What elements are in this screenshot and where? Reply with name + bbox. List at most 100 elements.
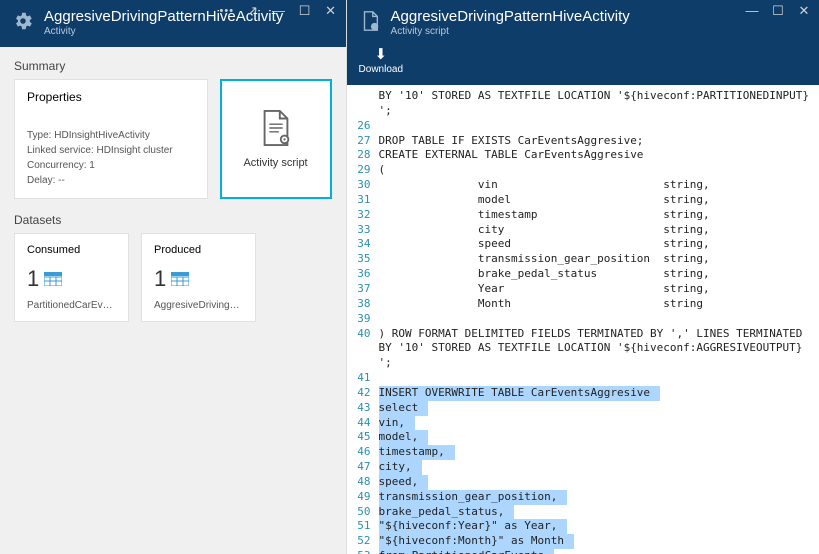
download-label: Download [359,64,403,75]
line-number: 48 [347,475,379,490]
code-line[interactable]: 29( [347,163,819,178]
line-number: 36 [347,267,379,282]
code-text [379,119,389,134]
pane-subtitle: Activity [44,26,334,37]
code-line[interactable]: 26 [347,119,819,134]
line-number: 42 [347,386,379,401]
code-line[interactable]: 51"${hiveconf:Year}" as Year, [347,519,819,534]
consumed-count: 1 [27,266,39,292]
code-text: timestamp string, [379,208,720,223]
right-titlebar: AggresiveDrivingPatternHiveActivity Acti… [347,0,819,43]
pane-subtitle: Activity script [391,26,807,37]
code-line[interactable]: 34 speed string, [347,237,819,252]
code-text: model string, [379,193,720,208]
line-number: 38 [347,297,379,312]
line-number: 50 [347,505,379,520]
external-icon[interactable]: ↗ [246,4,260,18]
code-line[interactable]: 38 Month string [347,297,819,312]
code-line[interactable]: 37 Year string, [347,282,819,297]
line-number: 28 [347,148,379,163]
code-line[interactable]: 36 brake_pedal_status string, [347,267,819,282]
line-number: 41 [347,371,379,386]
code-text: Year string, [379,282,720,297]
code-line[interactable]: 45model, [347,430,819,445]
produced-name: AggresiveDrivingModelT... [154,300,243,311]
properties-card[interactable]: Properties Type: HDInsightHiveActivity L… [14,79,208,199]
code-text: vin, [379,416,416,431]
code-line[interactable]: '; [347,104,819,119]
code-line[interactable]: 30 vin string, [347,178,819,193]
code-line[interactable]: 47city, [347,460,819,475]
code-line[interactable]: 28CREATE EXTERNAL TABLE CarEventsAggresi… [347,148,819,163]
properties-title: Properties [27,90,195,104]
maximize-button[interactable]: ☐ [771,4,785,18]
code-text: CREATE EXTERNAL TABLE CarEventsAggresive [379,148,654,163]
code-line[interactable]: 43select [347,401,819,416]
close-button[interactable]: ✕ [324,4,338,18]
line-number: 26 [347,119,379,134]
code-line[interactable]: BY '10' STORED AS TEXTFILE LOCATION '${h… [347,341,819,356]
code-text: INSERT OVERWRITE TABLE CarEventsAggresiv… [379,386,661,401]
maximize-button[interactable]: ☐ [298,4,312,18]
code-line[interactable]: 44vin, [347,416,819,431]
minimize-button[interactable]: — [745,4,759,18]
code-line[interactable]: 40) ROW FORMAT DELIMITED FIELDS TERMINAT… [347,327,819,342]
activity-script-tile[interactable]: Activity script [220,79,332,199]
line-number: 34 [347,237,379,252]
code-text: city, [379,460,422,475]
code-line[interactable]: 31 model string, [347,193,819,208]
code-line[interactable]: 41 [347,371,819,386]
line-number: 29 [347,163,379,178]
consumed-title: Consumed [27,244,116,256]
code-text: speed, [379,475,429,490]
code-text: transmission_gear_position, [379,490,568,505]
produced-count: 1 [154,266,166,292]
code-text: BY '10' STORED AS TEXTFILE LOCATION '${h… [379,89,819,104]
more-button[interactable]: ••• [220,4,234,18]
download-button[interactable]: ⬇ Download [359,47,403,75]
line-number: 40 [347,327,379,342]
code-line[interactable]: BY '10' STORED AS TEXTFILE LOCATION '${h… [347,89,819,104]
line-number: 44 [347,416,379,431]
code-text: '; [379,356,402,371]
code-line[interactable]: 33 city string, [347,223,819,238]
code-line[interactable]: '; [347,356,819,371]
line-number [347,104,379,119]
code-line[interactable]: 42INSERT OVERWRITE TABLE CarEventsAggres… [347,386,819,401]
code-line[interactable]: 53from PartitionedCarEvents [347,549,819,554]
code-text [379,371,389,386]
line-number: 37 [347,282,379,297]
file-script-icon [260,109,292,147]
code-text: city string, [379,223,720,238]
line-number: 51 [347,519,379,534]
produced-card[interactable]: Produced 1 AggresiveDrivingModelT... [141,233,256,322]
code-text: timestamp, [379,445,455,460]
line-number: 33 [347,223,379,238]
line-number: 30 [347,178,379,193]
code-line[interactable]: 49transmission_gear_position, [347,490,819,505]
code-text: ( [379,163,396,178]
line-number: 39 [347,312,379,327]
code-text: model, [379,430,429,445]
code-line[interactable]: 50brake_pedal_status, [347,505,819,520]
code-line[interactable]: 48speed, [347,475,819,490]
code-line[interactable]: 35 transmission_gear_position string, [347,252,819,267]
summary-label: Summary [14,59,332,73]
code-line[interactable]: 39 [347,312,819,327]
code-text: brake_pedal_status string, [379,267,720,282]
table-icon [171,272,189,286]
code-text: speed string, [379,237,720,252]
datasets-label: Datasets [14,213,332,227]
code-line[interactable]: 32 timestamp string, [347,208,819,223]
close-button[interactable]: ✕ [797,4,811,18]
download-icon: ⬇ [374,47,387,62]
code-line[interactable]: 46timestamp, [347,445,819,460]
script-pane: AggresiveDrivingPatternHiveActivity Acti… [346,0,819,554]
line-number: 35 [347,252,379,267]
code-text: "${hiveconf:Year}" as Year, [379,519,568,534]
code-editor[interactable]: BY '10' STORED AS TEXTFILE LOCATION '${h… [347,85,819,554]
code-line[interactable]: 27DROP TABLE IF EXISTS CarEventsAggresiv… [347,134,819,149]
minimize-button[interactable]: — [272,4,286,18]
consumed-card[interactable]: Consumed 1 PartitionedCarEventsTable [14,233,129,322]
code-line[interactable]: 52"${hiveconf:Month}" as Month [347,534,819,549]
